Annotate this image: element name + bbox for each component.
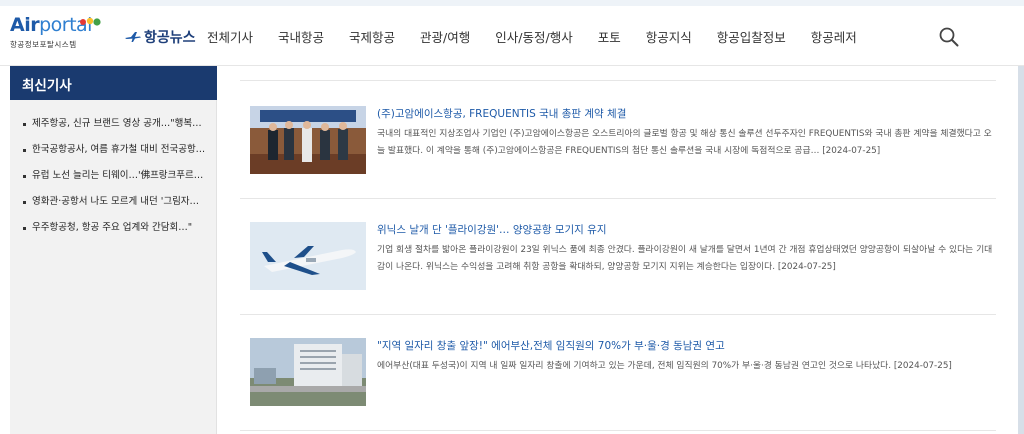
article-date: [2024-07-25] <box>822 145 881 156</box>
sidebar-item-label: 한국공항공사, 여름 휴가철 대비 전국공항… <box>32 144 206 155</box>
site-header: Airportal 항공정보포탈시스템 항공뉴스 전체기사 국내항공 국제항공 … <box>0 0 1024 66</box>
sidebar-title: 최신기사 <box>10 66 217 100</box>
article-summary-text: 에어부산(대표 두성국)이 지역 내 일짜 일자리 창출에 기여하고 있는 가운… <box>377 361 892 371</box>
nav-item-people-events[interactable]: 인사/동정/행사 <box>495 27 572 46</box>
divider <box>240 430 996 431</box>
article-title[interactable]: (주)고암에이스항공, FREQUENTIS 국내 총판 계약 체결 <box>377 106 996 121</box>
article-item: 위닉스 날개 단 '플라이강원'… 양양공항 모기지 유지 기업 회생 절차를 … <box>250 222 996 312</box>
sidebar-item[interactable]: 한국공항공사, 여름 휴가철 대비 전국공항… <box>10 142 210 168</box>
sidebar-item-label: 제주항공, 신규 브랜드 영상 공개…"행복… <box>32 118 202 129</box>
logo-dots-icon <box>80 17 101 26</box>
nav-home-label: 항공뉴스 <box>144 30 196 46</box>
article-item: "지역 일자리 창출 앞장!" 에어부산,전체 임직원의 70%가 부·울·경 … <box>250 338 996 428</box>
sidebar-item[interactable]: 영화관·공항서 나도 모르게 내던 '그림자… <box>10 194 210 220</box>
article-title[interactable]: "지역 일자리 창출 앞장!" 에어부산,전체 임직원의 70%가 부·울·경 … <box>377 338 996 353</box>
sidebar-item[interactable]: 우주항공청, 항공 주요 업계와 간담회…" <box>10 220 210 246</box>
article-date: [2024-07-25] <box>893 361 952 371</box>
article-thumbnail[interactable] <box>250 222 366 290</box>
article-thumbnail[interactable] <box>250 338 366 406</box>
divider <box>240 314 996 315</box>
article-summary-text: 국내의 대표적인 지상조업사 기업인 (주)고암에이스항공은 오스트리아의 글로… <box>377 129 992 156</box>
article-summary: 에어부산(대표 두성국)이 지역 내 일짜 일자리 창출에 기여하고 있는 가운… <box>377 358 996 375</box>
main-nav: 전체기사 국내항공 국제항공 관광/여행 인사/동정/행사 포토 항공지식 항공… <box>207 27 857 46</box>
logo-air: Air <box>10 14 40 36</box>
bullet <box>23 201 26 204</box>
nav-item-leisure[interactable]: 항공레저 <box>811 27 857 46</box>
nav-item-photo[interactable]: 포토 <box>598 27 621 46</box>
bullet <box>23 175 26 178</box>
nav-item-international[interactable]: 국제항공 <box>349 27 395 46</box>
airportal-logo[interactable]: Airportal 항공정보포탈시스템 <box>10 14 101 58</box>
sidebar-list: 제주항공, 신규 브랜드 영상 공개…"행복… 한국공항공사, 여름 휴가철 대… <box>10 116 216 246</box>
sidebar-item-label: 유럽 노선 늘리는 티웨이…'佛프랑크푸르… <box>32 170 204 181</box>
bullet <box>23 227 26 230</box>
nav-item-bidding[interactable]: 항공입찰정보 <box>717 27 786 46</box>
header-top-strip <box>0 0 1024 6</box>
plane-icon <box>125 32 141 42</box>
bullet <box>23 149 26 152</box>
divider <box>240 198 996 199</box>
sidebar-item[interactable]: 유럽 노선 늘리는 티웨이…'佛프랑크푸르… <box>10 168 210 194</box>
article-summary: 국내의 대표적인 지상조업사 기업인 (주)고암에이스항공은 오스트리아의 글로… <box>377 126 996 159</box>
divider <box>240 80 996 81</box>
sidebar-item-label: 영화관·공항서 나도 모르게 내던 '그림자… <box>32 196 200 207</box>
nav-item-all[interactable]: 전체기사 <box>207 27 253 46</box>
sidebar-item[interactable]: 제주항공, 신규 브랜드 영상 공개…"행복… <box>10 116 210 142</box>
article-summary: 기업 회생 절차를 밟아온 플라이강원이 23일 위닉스 품에 최종 안겼다. … <box>377 242 996 275</box>
sidebar-item-label: 우주항공청, 항공 주요 업계와 간담회…" <box>32 222 193 233</box>
nav-item-travel[interactable]: 관광/여행 <box>420 27 470 46</box>
latest-articles-sidebar: 최신기사 제주항공, 신규 브랜드 영상 공개…"행복… 한국공항공사, 여름 … <box>10 66 217 434</box>
logo-subtitle: 항공정보포탈시스템 <box>10 40 77 49</box>
article-date: [2024-07-25] <box>777 261 836 272</box>
nav-item-knowledge[interactable]: 항공지식 <box>646 27 692 46</box>
page-right-edge <box>1018 66 1024 434</box>
article-list: (주)고암에이스항공, FREQUENTIS 국내 총판 계약 체결 국내의 대… <box>240 66 996 434</box>
article-thumbnail[interactable] <box>250 106 366 174</box>
nav-item-domestic[interactable]: 국내항공 <box>278 27 324 46</box>
search-icon[interactable] <box>938 26 960 48</box>
nav-aviation-news[interactable]: 항공뉴스 <box>124 26 196 48</box>
article-title[interactable]: 위닉스 날개 단 '플라이강원'… 양양공항 모기지 유지 <box>377 222 996 237</box>
article-summary-text: 기업 회생 절차를 밟아온 플라이강원이 23일 위닉스 품에 최종 안겼다. … <box>377 245 993 272</box>
bullet <box>23 123 26 126</box>
article-item: (주)고암에이스항공, FREQUENTIS 국내 총판 계약 체결 국내의 대… <box>250 106 996 196</box>
